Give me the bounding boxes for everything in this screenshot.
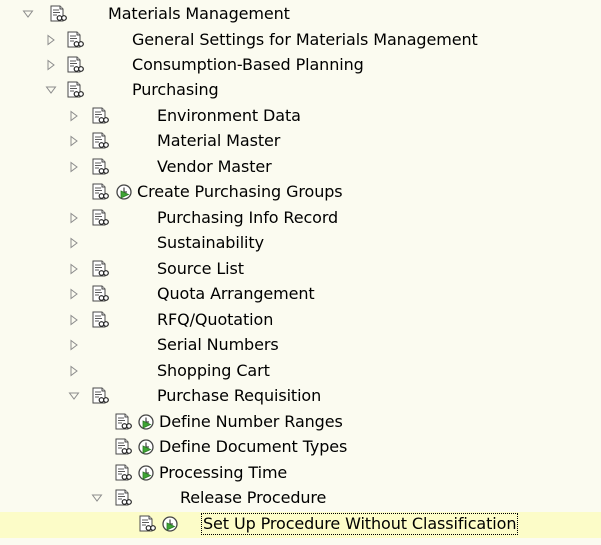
document-with-glasses-icon[interactable]	[91, 107, 109, 125]
tree-node[interactable]: General Settings for Materials Managemen…	[0, 28, 601, 54]
triangle-right-icon[interactable]	[68, 159, 80, 175]
document-with-glasses-icon[interactable]	[91, 260, 109, 278]
tree-node-label[interactable]: General Settings for Materials Managemen…	[132, 30, 478, 50]
execute-clock-icon[interactable]	[137, 438, 155, 456]
tree-node-label[interactable]: Define Document Types	[159, 437, 347, 457]
document-with-glasses-icon[interactable]	[91, 183, 109, 201]
tree-node[interactable]: Create Purchasing Groups	[0, 180, 601, 206]
tree-node[interactable]: Define Document Types	[0, 435, 601, 461]
tree-node-label[interactable]: Sustainability	[157, 233, 264, 253]
triangle-right-icon[interactable]	[68, 363, 80, 379]
tree-node[interactable]: Release Procedure	[0, 486, 601, 512]
tree-node[interactable]: Consumption-Based Planning	[0, 53, 601, 79]
img-tree: Materials Management General Settings for…	[0, 0, 601, 545]
tree-node[interactable]: Quota Arrangement	[0, 282, 601, 308]
document-with-glasses-icon[interactable]	[91, 311, 109, 329]
tree-node-label[interactable]: RFQ/Quotation	[157, 310, 273, 330]
tree-node[interactable]: Material Master	[0, 129, 601, 155]
triangle-right-icon[interactable]	[68, 312, 80, 328]
triangle-down-icon[interactable]	[22, 6, 34, 22]
tree-node[interactable]: Sustainability	[0, 231, 601, 257]
triangle-right-icon[interactable]	[68, 261, 80, 277]
tree-node[interactable]: Set Up Procedure Without Classification	[0, 512, 601, 538]
tree-node-label[interactable]: Serial Numbers	[157, 335, 279, 355]
triangle-down-icon[interactable]	[91, 490, 103, 506]
execute-clock-icon[interactable]	[161, 515, 179, 533]
triangle-right-icon[interactable]	[68, 337, 80, 353]
triangle-right-icon[interactable]	[45, 32, 57, 48]
document-with-glasses-icon[interactable]	[91, 132, 109, 150]
document-with-glasses-icon[interactable]	[91, 209, 109, 227]
tree-node-label[interactable]: Purchasing	[132, 80, 219, 100]
document-with-glasses-icon[interactable]	[49, 5, 67, 23]
tree-node-label[interactable]: Purchasing Info Record	[157, 208, 338, 228]
tree-node-label[interactable]: Shopping Cart	[157, 361, 270, 381]
tree-node[interactable]: Purchase Requisition	[0, 384, 601, 410]
document-with-glasses-icon[interactable]	[66, 56, 84, 74]
tree-node-label[interactable]: Consumption-Based Planning	[132, 55, 364, 75]
tree-node[interactable]: RFQ/Quotation	[0, 308, 601, 334]
execute-clock-icon[interactable]	[137, 464, 155, 482]
tree-node[interactable]: Purchasing	[0, 78, 601, 104]
tree-node-label[interactable]: Create Purchasing Groups	[137, 182, 343, 202]
document-with-glasses-icon[interactable]	[114, 489, 132, 507]
execute-clock-icon[interactable]	[115, 183, 133, 201]
document-with-glasses-icon[interactable]	[91, 387, 109, 405]
tree-node-label[interactable]: Environment Data	[157, 106, 301, 126]
tree-node[interactable]: Purchasing Info Record	[0, 206, 601, 232]
tree-node-label[interactable]: Set Up Procedure Without Classification	[200, 513, 519, 535]
document-with-glasses-icon[interactable]	[91, 285, 109, 303]
tree-node[interactable]: Serial Numbers	[0, 333, 601, 359]
triangle-right-icon[interactable]	[68, 108, 80, 124]
triangle-right-icon[interactable]	[68, 235, 80, 251]
tree-node-label[interactable]: Quota Arrangement	[157, 284, 315, 304]
document-with-glasses-icon[interactable]	[114, 464, 132, 482]
tree-node-label[interactable]: Define Number Ranges	[159, 412, 343, 432]
document-with-glasses-icon[interactable]	[66, 31, 84, 49]
triangle-right-icon[interactable]	[68, 133, 80, 149]
triangle-right-icon[interactable]	[68, 210, 80, 226]
tree-node[interactable]: Define Number Ranges	[0, 410, 601, 436]
tree-node-label[interactable]: Materials Management	[108, 4, 290, 24]
tree-node[interactable]: Vendor Master	[0, 155, 601, 181]
execute-clock-icon[interactable]	[137, 413, 155, 431]
tree-node-label[interactable]: Purchase Requisition	[157, 386, 321, 406]
triangle-right-icon[interactable]	[68, 286, 80, 302]
tree-node[interactable]: Processing Time	[0, 461, 601, 487]
tree-node[interactable]: Materials Management	[0, 2, 601, 28]
document-with-glasses-icon[interactable]	[91, 158, 109, 176]
document-with-glasses-icon[interactable]	[66, 81, 84, 99]
triangle-down-icon[interactable]	[68, 388, 80, 404]
tree-node-label[interactable]: Vendor Master	[157, 157, 272, 177]
document-with-glasses-icon[interactable]	[114, 438, 132, 456]
tree-node-label[interactable]: Release Procedure	[180, 488, 326, 508]
document-with-glasses-icon[interactable]	[114, 413, 132, 431]
tree-node-label[interactable]: Source List	[157, 259, 244, 279]
tree-node-label[interactable]: Processing Time	[159, 463, 287, 483]
tree-node-label[interactable]: Material Master	[157, 131, 280, 151]
tree-node[interactable]: Shopping Cart	[0, 359, 601, 385]
tree-node[interactable]: Environment Data	[0, 104, 601, 130]
triangle-down-icon[interactable]	[45, 82, 57, 98]
document-with-glasses-icon[interactable]	[138, 515, 156, 533]
triangle-right-icon[interactable]	[45, 57, 57, 73]
tree-node[interactable]: Source List	[0, 257, 601, 283]
